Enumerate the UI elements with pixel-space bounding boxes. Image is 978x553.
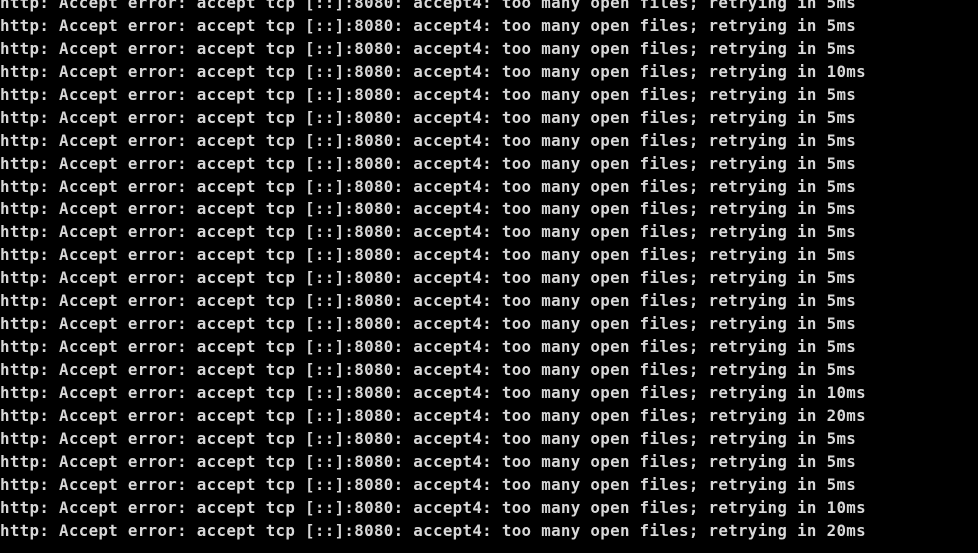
terminal-window[interactable]: http: Accept error: accept tcp [::]:8080…: [0, 0, 978, 553]
log-line: http: Accept error: accept tcp [::]:8080…: [0, 520, 866, 540]
log-line: http: Accept error: accept tcp [::]:8080…: [0, 84, 857, 104]
log-line: http: Accept error: accept tcp [::]:8080…: [0, 199, 857, 219]
log-line: http: Accept error: accept tcp [::]:8080…: [0, 0, 857, 12]
log-line: http: Accept error: accept tcp [::]:8080…: [0, 451, 857, 471]
log-line: http: Accept error: accept tcp [::]:8080…: [0, 314, 857, 334]
log-line: http: Accept error: accept tcp [::]:8080…: [0, 405, 866, 425]
log-line: http: Accept error: accept tcp [::]:8080…: [0, 337, 857, 357]
log-line: http: Accept error: accept tcp [::]:8080…: [0, 245, 857, 265]
log-line: http: Accept error: accept tcp [::]:8080…: [0, 15, 857, 35]
log-line: http: Accept error: accept tcp [::]:8080…: [0, 497, 866, 517]
log-line: http: Accept error: accept tcp [::]:8080…: [0, 360, 857, 379]
log-line: http: Accept error: accept tcp [::]:8080…: [0, 428, 857, 448]
log-line: http: Accept error: accept tcp [::]:8080…: [0, 474, 857, 494]
log-line: http: Accept error: accept tcp [::]:8080…: [0, 130, 857, 150]
log-line: http: Accept error: accept tcp [::]:8080…: [0, 38, 857, 58]
log-line: http: Accept error: accept tcp [::]:8080…: [0, 61, 866, 81]
log-line: http: Accept error: accept tcp [::]:8080…: [0, 222, 857, 242]
terminal-output: http: Accept error: accept tcp [::]:8080…: [0, 0, 866, 543]
log-line: http: Accept error: accept tcp [::]:8080…: [0, 176, 857, 196]
log-line: http: Accept error: accept tcp [::]:8080…: [0, 291, 857, 311]
log-line: http: Accept error: accept tcp [::]:8080…: [0, 382, 866, 402]
log-line: http: Accept error: accept tcp [::]:8080…: [0, 107, 857, 127]
log-line: http: Accept error: accept tcp [::]:8080…: [0, 153, 857, 173]
log-line: http: Accept error: accept tcp [::]:8080…: [0, 268, 857, 288]
